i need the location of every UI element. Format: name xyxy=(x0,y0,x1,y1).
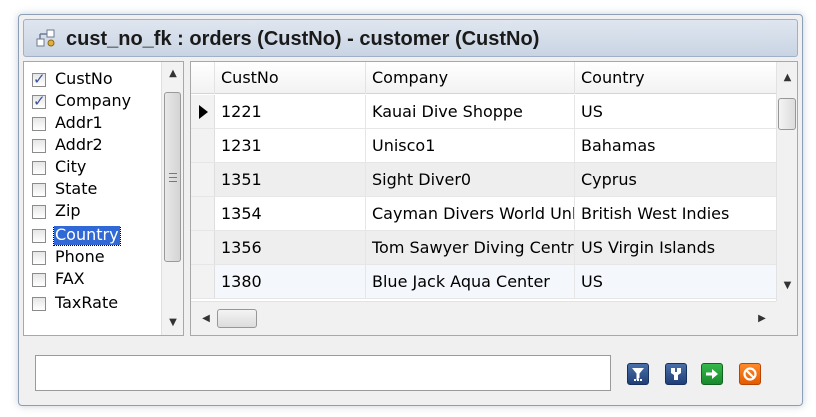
cell-company[interactable]: Tom Sawyer Diving Centre xyxy=(366,231,575,264)
field-label: Phone xyxy=(55,248,105,266)
field-item-addr1[interactable]: Addr1 xyxy=(32,114,152,136)
field-checkbox[interactable] xyxy=(32,70,46,88)
cell-country[interactable]: Cyprus xyxy=(575,163,777,196)
scroll-up-icon[interactable]: ▲ xyxy=(162,64,183,84)
row-indicator[interactable] xyxy=(191,163,215,196)
field-label: Addr2 xyxy=(55,136,103,154)
scroll-thumb[interactable] xyxy=(217,309,257,328)
field-label: Country xyxy=(53,226,121,246)
scroll-up-icon[interactable]: ▲ xyxy=(777,68,797,88)
field-item-taxrate[interactable]: TaxRate xyxy=(32,294,152,316)
field-checkbox[interactable] xyxy=(32,183,46,197)
table-row[interactable]: 1380 Blue Jack Aqua Center US xyxy=(191,265,777,299)
grid-horizontal-scrollbar[interactable]: ◀ ▶ xyxy=(191,301,777,335)
filter-button[interactable] xyxy=(627,363,649,385)
title-bar: cust_no_fk : orders (CustNo) - customer … xyxy=(23,19,798,57)
table-row[interactable]: 1221 Kauai Dive Shoppe US xyxy=(191,95,777,129)
cell-company[interactable]: Kauai Dive Shoppe xyxy=(366,95,575,128)
field-item-custno[interactable]: CustNo xyxy=(32,70,152,92)
field-list-scrollbar[interactable]: ▲ ▼ xyxy=(161,62,183,335)
edit-button[interactable] xyxy=(665,363,687,385)
cell-custno[interactable]: 1356 xyxy=(215,231,366,264)
row-indicator[interactable] xyxy=(191,197,215,230)
field-label: City xyxy=(55,158,87,176)
cell-company[interactable]: Unisco1 xyxy=(366,129,575,162)
field-item-zip[interactable]: Zip xyxy=(32,202,152,224)
field-checkbox[interactable] xyxy=(32,117,46,131)
field-checkbox[interactable] xyxy=(32,297,46,311)
arrow-right-icon xyxy=(706,369,718,379)
grid-vertical-scrollbar[interactable]: ▲ ▼ xyxy=(776,62,797,302)
field-item-city[interactable]: City xyxy=(32,158,152,180)
current-row-arrow-icon xyxy=(199,105,208,119)
table-row[interactable]: 1231 Unisco1 Bahamas xyxy=(191,129,777,163)
cancel-icon xyxy=(743,367,757,381)
field-checkbox[interactable] xyxy=(32,161,46,175)
cell-country[interactable]: Bahamas xyxy=(575,129,777,162)
window-title: cust_no_fk : orders (CustNo) - customer … xyxy=(66,28,540,50)
grip-icon xyxy=(169,173,177,182)
field-label: State xyxy=(55,180,98,198)
cell-custno[interactable]: 1380 xyxy=(215,265,366,298)
field-label: Company xyxy=(55,92,132,110)
filter-icon xyxy=(632,368,644,381)
field-item-state[interactable]: State xyxy=(32,180,152,202)
scroll-thumb[interactable] xyxy=(778,98,796,130)
field-checkbox[interactable] xyxy=(32,139,46,153)
scroll-down-icon[interactable]: ▼ xyxy=(777,276,797,296)
scroll-left-icon[interactable]: ◀ xyxy=(195,302,217,335)
row-indicator[interactable] xyxy=(191,231,215,264)
field-checkbox[interactable] xyxy=(32,273,46,287)
edit-icon xyxy=(671,368,681,380)
cell-country[interactable]: US xyxy=(575,95,777,128)
cell-custno[interactable]: 1221 xyxy=(215,95,366,128)
cell-company[interactable]: Blue Jack Aqua Center xyxy=(366,265,575,298)
field-label: FAX xyxy=(55,270,85,288)
field-item-company[interactable]: Company xyxy=(32,92,152,114)
scroll-right-icon[interactable]: ▶ xyxy=(751,302,773,335)
row-indicator[interactable] xyxy=(191,265,215,298)
cell-country[interactable]: US xyxy=(575,265,777,298)
field-label: CustNo xyxy=(55,70,113,88)
field-checkbox[interactable] xyxy=(32,92,46,110)
field-label: TaxRate xyxy=(55,294,119,312)
field-list[interactable]: TaxRate FAX Phone Country Zip State City Addr2 A… xyxy=(23,61,184,336)
table-row[interactable]: 1354Cayman Divers World UnlimitedBritish… xyxy=(191,197,777,231)
cell-country[interactable]: US Virgin Islands xyxy=(575,231,777,264)
field-checkbox[interactable] xyxy=(32,229,46,243)
table-row[interactable]: 1351 Sight Diver0 Cyprus xyxy=(191,163,777,197)
cell-custno[interactable]: 1231 xyxy=(215,129,366,162)
cell-country[interactable]: British West Indies xyxy=(575,197,777,230)
grid-header: CustNo Company Country xyxy=(191,62,777,94)
cell-company[interactable]: Cayman Divers World Unlimited xyxy=(366,197,575,230)
cell-company[interactable]: Sight Diver0 xyxy=(366,163,575,196)
filter-input[interactable] xyxy=(35,355,611,391)
ok-button[interactable] xyxy=(701,363,723,385)
row-indicator[interactable] xyxy=(191,129,215,162)
scroll-down-icon[interactable]: ▼ xyxy=(162,313,183,333)
row-indicator[interactable] xyxy=(191,95,215,128)
cell-custno[interactable]: 1351 xyxy=(215,163,366,196)
field-checkbox[interactable] xyxy=(32,205,46,219)
field-checkbox[interactable] xyxy=(32,251,46,265)
header-indicator xyxy=(191,62,215,94)
data-grid[interactable]: CustNo Company Country 1221 Kauai Dive Sh… xyxy=(190,61,798,336)
cancel-button[interactable] xyxy=(739,363,761,385)
cell-custno[interactable]: 1354 xyxy=(215,197,366,230)
relation-icon xyxy=(36,29,55,47)
field-item-fax[interactable]: FAX xyxy=(32,270,152,292)
field-label: Addr1 xyxy=(55,114,103,132)
field-label: Zip xyxy=(55,202,81,220)
scroll-corner xyxy=(776,301,797,335)
column-header-country[interactable]: Country xyxy=(575,62,777,94)
field-item-country[interactable]: Country xyxy=(32,226,152,248)
column-header-company[interactable]: Company xyxy=(366,62,575,94)
field-item-phone[interactable]: Phone xyxy=(32,248,152,270)
field-item-addr2[interactable]: Addr2 xyxy=(32,136,152,158)
table-row[interactable]: 1356 Tom Sawyer Diving Centre US Virgin Is… xyxy=(191,231,777,265)
relation-dialog: cust_no_fk : orders (CustNo) - customer … xyxy=(18,14,803,406)
scroll-thumb[interactable] xyxy=(164,92,181,262)
column-header-custno[interactable]: CustNo xyxy=(215,62,366,94)
